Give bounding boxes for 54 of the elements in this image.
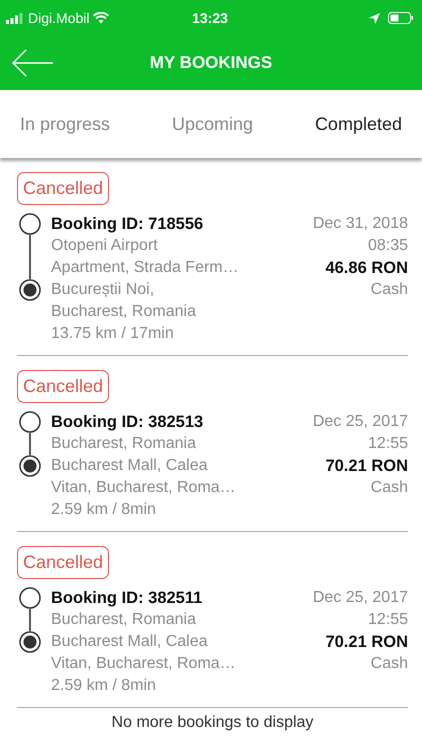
status-badge: Cancelled bbox=[17, 370, 110, 403]
booking-date: Dec 25, 2017 bbox=[312, 412, 408, 432]
back-button[interactable] bbox=[12, 48, 56, 78]
route-line bbox=[29, 609, 31, 631]
booking-time: 12:55 bbox=[368, 610, 408, 630]
tab[interactable]: Completed bbox=[314, 108, 402, 140]
back-arrow-icon bbox=[12, 49, 54, 77]
status-badge: Cancelled bbox=[17, 172, 110, 205]
screen-title: MY BOOKINGS bbox=[150, 53, 272, 73]
pickup-circle-icon bbox=[19, 411, 41, 433]
clock-time: 13:23 bbox=[192, 10, 228, 26]
pickup-circle-icon bbox=[19, 587, 41, 609]
payment-method: Cash bbox=[370, 478, 408, 498]
dropoff-dot-icon bbox=[19, 631, 41, 653]
dropoff-address: Vitan, Bucharest, Roma… bbox=[51, 654, 237, 674]
dropoff-dot-icon bbox=[19, 455, 41, 477]
pickup-address: Otopeni Airport bbox=[51, 236, 159, 256]
booking-id: Booking ID: 382511 bbox=[51, 588, 204, 609]
booking-time: 08:35 bbox=[368, 236, 408, 256]
booking-card[interactable]: Cancelled Booking ID: 718556 Otopeni Airport Apartment, Strada Ferm… Bucureștii Noi, Bucharest, Romania 13.75 km / 17min Dec 31, 2018 08:35 46.86 RON Cash bbox=[17, 158, 408, 356]
route-line bbox=[29, 433, 31, 455]
pickup-address: Apartment, Strada Ferm… bbox=[51, 258, 240, 278]
payment-method: Cash bbox=[370, 654, 408, 674]
pickup-circle-icon bbox=[19, 213, 41, 235]
dropoff-dot-icon bbox=[19, 279, 41, 301]
booking-card[interactable]: Cancelled Booking ID: 382513 Bucharest, Romania Bucharest Mall, Calea Vitan, Bucharest, Roma… 2.59 km / 8min Dec 25, 2017 12:55 70.21 RON Cash bbox=[17, 356, 408, 532]
booking-id: Booking ID: 382513 bbox=[51, 412, 204, 433]
distance-duration: 13.75 km / 17min bbox=[51, 324, 175, 344]
distance-duration: 2.59 km / 8min bbox=[51, 500, 157, 520]
pickup-address: Bucharest, Romania bbox=[51, 610, 197, 630]
status-badge: Cancelled bbox=[17, 546, 110, 579]
booking-date: Dec 25, 2017 bbox=[312, 588, 408, 608]
dropoff-address: Bucharest, Romania bbox=[51, 302, 197, 322]
price: 70.21 RON bbox=[325, 456, 408, 477]
payment-method: Cash bbox=[370, 280, 408, 300]
dropoff-address: Bucureștii Noi, bbox=[51, 280, 156, 300]
price: 70.21 RON bbox=[325, 632, 408, 653]
booking-id: Booking ID: 718556 bbox=[51, 214, 204, 235]
booking-card[interactable]: Cancelled Booking ID: 382511 Bucharest, Romania Bucharest Mall, Calea Vitan, Bucharest, Roma… 2.59 km / 8min Dec 25, 2017 12:55 70.21 RON Cash bbox=[17, 532, 408, 708]
booking-date: Dec 31, 2018 bbox=[312, 214, 408, 234]
dropoff-address: Bucharest Mall, Calea bbox=[51, 632, 209, 652]
carrier-name: Digi.Mobil bbox=[28, 10, 90, 26]
signal-icon bbox=[6, 12, 24, 24]
route-line bbox=[29, 235, 31, 279]
battery-icon bbox=[388, 12, 414, 24]
distance-duration: 2.59 km / 8min bbox=[51, 676, 157, 696]
booking-time: 12:55 bbox=[368, 434, 408, 454]
wifi-icon bbox=[93, 12, 110, 24]
pickup-address: Bucharest, Romania bbox=[51, 434, 197, 454]
location-arrow-icon bbox=[369, 12, 380, 24]
end-of-list-message: No more bookings to display bbox=[110, 713, 314, 732]
dropoff-address: Vitan, Bucharest, Roma… bbox=[51, 478, 237, 498]
price: 46.86 RON bbox=[325, 258, 408, 279]
dropoff-address: Bucharest Mall, Calea bbox=[51, 456, 209, 476]
